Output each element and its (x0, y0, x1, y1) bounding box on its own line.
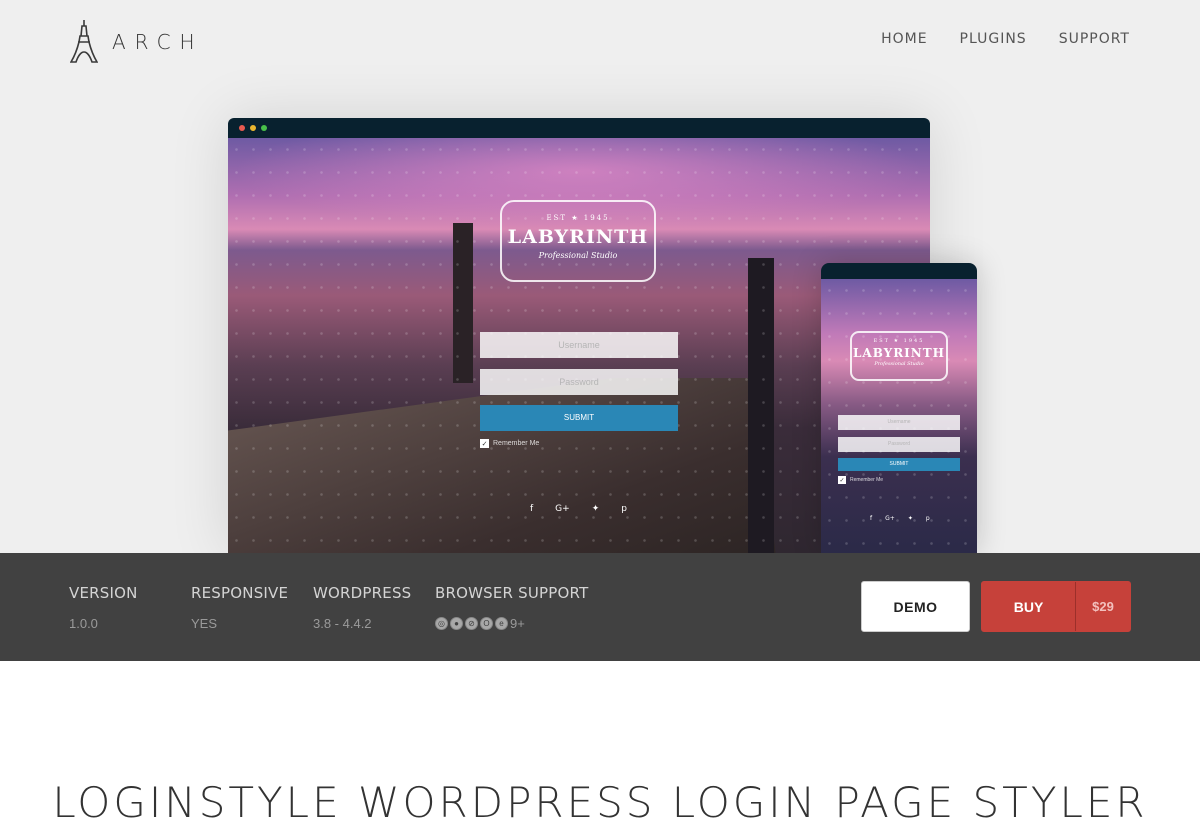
mobile-background: EST ★ 1945 LABYRINTH Professional Studio… (821, 279, 977, 553)
mobile-google-plus-icon: G+ (885, 515, 895, 522)
ie-icon: e (495, 617, 508, 630)
safari-icon: ⊘ (465, 617, 478, 630)
mobile-badge-sub: Professional Studio (874, 361, 924, 367)
nav-support[interactable]: SUPPORT (1059, 31, 1130, 47)
browser-titlebar (228, 118, 930, 138)
info-browser-support: BROWSER SUPPORT ◎ ● ⊘ O e 9+ (435, 584, 588, 631)
mobile-preview: EST ★ 1945 LABYRINTH Professional Studio… (821, 263, 977, 553)
mobile-checkbox-icon: ✓ (838, 476, 846, 484)
mobile-badge-brand: LABYRINTH (852, 346, 946, 360)
mobile-topbar (821, 263, 977, 279)
info-label: RESPONSIVE (191, 584, 289, 602)
nav-plugins[interactable]: PLUGINS (960, 31, 1027, 47)
opera-icon: O (480, 617, 493, 630)
mobile-labyrinth-badge: EST ★ 1945 LABYRINTH Professional Studio (850, 331, 948, 381)
info-value: 3.8 - 4.4.2 (313, 616, 372, 631)
eiffel-tower-icon (70, 20, 98, 63)
mobile-password-field: Password (838, 437, 960, 452)
hero-section: ARCH HOME PLUGINS SUPPORT EST ★ 1945 LAB… (0, 0, 1200, 553)
maximize-dot-icon (261, 125, 267, 131)
mobile-pinterest-icon: p (925, 515, 930, 522)
price-label: $29 (1092, 599, 1114, 614)
mobile-facebook-icon: f (870, 515, 873, 522)
firefox-icon: ● (450, 617, 463, 630)
mobile-remember: ✓ Remember Me (838, 476, 883, 484)
logo-text: ARCH (112, 30, 204, 54)
remember-label: Remember Me (493, 440, 540, 447)
mobile-social-icons: f G+ ✦ p (870, 515, 930, 522)
pinterest-icon: p (621, 504, 627, 514)
badge-est: EST ★ 1945 (546, 214, 610, 222)
checkbox-icon: ✓ (480, 439, 489, 448)
main-nav: HOME PLUGINS SUPPORT (881, 31, 1130, 47)
info-version: VERSION 1.0.0 (69, 584, 138, 631)
labyrinth-badge: EST ★ 1945 LABYRINTH Professional Studio (500, 200, 656, 282)
google-plus-icon: G+ (555, 504, 570, 514)
preview-username-field: Username (480, 332, 678, 358)
mobile-username-field: Username (838, 415, 960, 430)
info-label: VERSION (69, 584, 138, 602)
buy-button[interactable]: BUY $29 (981, 581, 1131, 632)
twitter-icon: ✦ (591, 504, 600, 514)
close-dot-icon (239, 125, 245, 131)
buy-label: BUY (982, 582, 1076, 631)
minimize-dot-icon (250, 125, 256, 131)
preview-social-icons: f G+ ✦ p (530, 504, 627, 514)
demo-button[interactable]: DEMO (861, 581, 970, 632)
nav-home[interactable]: HOME (881, 31, 927, 47)
info-label: WORDPRESS (313, 584, 412, 602)
site-logo[interactable]: ARCH (70, 20, 204, 64)
info-value: YES (191, 616, 218, 631)
facebook-icon: f (530, 504, 534, 514)
mobile-badge-est: EST ★ 1945 (873, 338, 925, 344)
chrome-icon: ◎ (435, 617, 448, 630)
info-wordpress: WORDPRESS 3.8 - 4.4.2 (313, 584, 411, 631)
page-headline: LOGINSTYLE WORDPRESS LOGIN PAGE STYLER (52, 778, 1148, 827)
info-label: BROWSER SUPPORT (435, 584, 589, 602)
preview-submit-button: SUBMIT (480, 405, 678, 431)
badge-brand: LABYRINTH (507, 226, 649, 248)
info-value: 1.0.0 (69, 616, 98, 631)
badge-sub: Professional Studio (538, 251, 618, 260)
preview-password-field: Password (480, 369, 678, 395)
browser-version: 9+ (510, 616, 525, 631)
preview-remember: ✓ Remember Me (480, 439, 539, 448)
mobile-remember-label: Remember Me (850, 477, 884, 483)
info-responsive: RESPONSIVE YES (191, 584, 288, 631)
mobile-twitter-icon: ✦ (907, 515, 913, 522)
mobile-submit-button: SUBMIT (838, 458, 960, 471)
browser-support-value: ◎ ● ⊘ O e 9+ (435, 616, 588, 631)
